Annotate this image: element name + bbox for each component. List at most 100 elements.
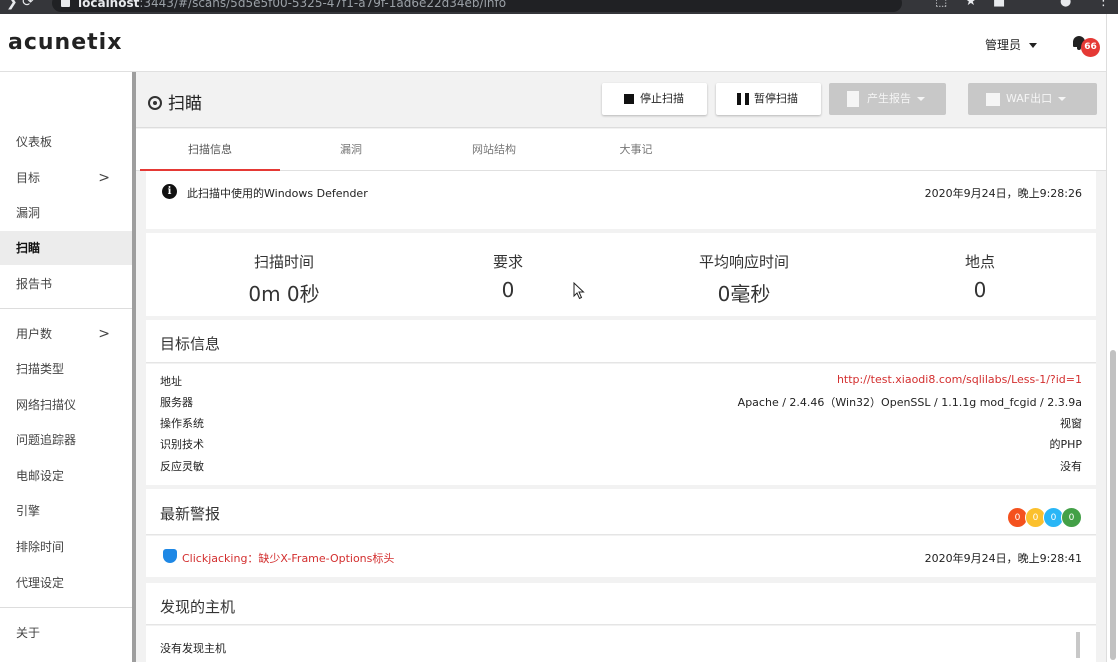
chevron-right-icon: > (98, 170, 110, 186)
extension-icon[interactable]: ⬚ (935, 0, 947, 9)
sidebar-item-network-scanner[interactable]: 网络扫描仪 (0, 388, 132, 422)
mouse-cursor-icon (573, 282, 585, 300)
sidebar-item-scan-types[interactable]: 扫描类型 (0, 352, 132, 386)
page-header: 扫瞄 停止扫描 暂停扫描 产生报告 WAF出口 (136, 72, 1106, 128)
waf-export-button[interactable]: WAF出口 (968, 83, 1097, 115)
target-info-body: 地址 http://test.xiaodi8.com/sqlilabs/Less… (146, 364, 1096, 485)
lock-icon (61, 0, 70, 7)
caret-down-icon (1029, 43, 1038, 48)
notification-badge: 66 (1081, 38, 1100, 57)
alerts-header: 最新警报 0000 (146, 489, 1096, 535)
scrollbar[interactable] (1106, 14, 1118, 662)
sidebar-item-about[interactable]: 关于 (0, 616, 132, 650)
scan-info-content: i 此扫描中使用的Windows Defender 2020年9月24日，晚上9… (146, 171, 1096, 662)
sidebar-item-label: 目标 (16, 171, 41, 185)
sidebar-item-label: 报告书 (16, 277, 53, 291)
latest-alert-link[interactable]: Clickjacking：缺少X-Frame-Options标头 (182, 550, 394, 566)
caret-down-icon (1058, 97, 1067, 101)
sidebar-item-reports[interactable]: 报告书 (0, 267, 132, 301)
sidebar-item-dashboard[interactable]: 仪表板 (0, 125, 132, 159)
pause-scan-label: 暂停扫描 (754, 92, 798, 105)
alerts-title: 最新警报 (160, 505, 221, 523)
stat-scan-time: 扫描时间 0m 0秒 (184, 251, 384, 307)
app-header: acunetix 管理员 66 (0, 14, 1118, 72)
target-os-value: 视窗 (1060, 417, 1082, 430)
extension-icon[interactable]: ■ (993, 0, 1005, 9)
target-key-os: 操作系统 (160, 417, 204, 430)
sidebar-item-users[interactable]: 用户数 > (0, 317, 132, 351)
page-title-text: 扫瞄 (168, 94, 202, 114)
sidebar-item-label: 扫描类型 (16, 362, 65, 376)
stat-label: 扫描时间 (253, 253, 314, 271)
sidebar-item-scans[interactable]: 扫瞄 (0, 231, 132, 265)
stat-label: 平均响应时间 (698, 253, 789, 271)
hosts-body: 没有发现主机 (146, 626, 1096, 662)
hosts-header: 发现的主机 (146, 583, 1096, 625)
tab-bar: 扫描信息 漏洞 网站结构 大事记 (136, 129, 1106, 171)
stop-scan-button[interactable]: 停止扫描 (602, 83, 707, 115)
browser-nav-icons[interactable]: ❯ ⟳ (6, 0, 34, 10)
stat-value: 0 (973, 278, 987, 302)
user-menu[interactable]: 管理员 (985, 36, 1038, 53)
sidebar-item-label: 漏洞 (16, 206, 41, 220)
target-key-tech: 识别技术 (160, 438, 204, 451)
pause-scan-button[interactable]: 暂停扫描 (716, 83, 821, 115)
latest-alert-time: 2020年9月24日，晚上9:28:41 (924, 552, 1082, 565)
more-menu-icon[interactable]: ⋮ (1097, 0, 1110, 9)
tab-events[interactable]: 大事记 (566, 129, 706, 171)
stat-value: 0毫秒 (717, 282, 771, 306)
scrollbar-thumb[interactable] (1110, 350, 1116, 660)
sidebar-item-label: 扫瞄 (16, 241, 41, 255)
generate-report-button[interactable]: 产生报告 (829, 83, 946, 115)
info-row: i 此扫描中使用的Windows Defender 2020年9月24日，晚上9… (146, 171, 1096, 229)
stat-label: 要求 (492, 253, 523, 271)
info-text: 此扫描中使用的Windows Defender (187, 187, 368, 200)
sidebar-item-label: 网络扫描仪 (16, 398, 77, 412)
address-bar[interactable]: localhost:3443/#/scans/5d5e5f00-5325-47f… (52, 0, 902, 12)
pause-icon (737, 93, 749, 105)
radar-icon (148, 96, 162, 110)
tab-vulnerabilities[interactable]: 漏洞 (281, 129, 421, 171)
sidebar-item-excluded-hours[interactable]: 排除时间 (0, 530, 132, 564)
alert-severity-counts: 0000 (1007, 505, 1082, 528)
sidebar-item-engines[interactable]: 引擎 (0, 494, 132, 528)
target-address-link[interactable]: http://test.xiaodi8.com/sqlilabs/Less-1/… (837, 373, 1082, 386)
target-responsive-value: 没有 (1060, 460, 1082, 473)
stat-locations: 地点 0 (880, 251, 1080, 302)
sidebar-item-label: 排除时间 (16, 540, 65, 554)
sidebar-item-issue-trackers[interactable]: 问题追踪器 (0, 423, 132, 457)
sidebar-divider (0, 308, 132, 309)
hosts-empty-text: 没有发现主机 (160, 642, 226, 655)
waf-export-label: WAF出口 (1006, 92, 1053, 105)
tab-scan-info[interactable]: 扫描信息 (140, 129, 280, 171)
chevron-right-icon: > (98, 326, 110, 342)
stat-value: 0m 0秒 (248, 282, 320, 306)
target-info-title: 目标信息 (160, 335, 221, 353)
alerts-body: Clickjacking：缺少X-Frame-Options标头 2020年9月… (146, 536, 1096, 577)
sidebar-item-email-settings[interactable]: 电邮设定 (0, 459, 132, 493)
target-info-header: 目标信息 (146, 320, 1096, 363)
profile-icon[interactable]: ● (1060, 0, 1071, 9)
sidebar-item-vulnerabilities[interactable]: 漏洞 (0, 196, 132, 230)
sidebar-item-label: 问题追踪器 (16, 433, 77, 447)
export-icon (986, 93, 1000, 106)
hosts-title: 发现的主机 (160, 598, 236, 616)
sidebar-item-targets[interactable]: 目标 > (0, 161, 132, 195)
stop-icon (624, 94, 634, 104)
sidebar-item-label: 代理设定 (16, 576, 65, 590)
sidebar-item-proxy-settings[interactable]: 代理设定 (0, 566, 132, 600)
sidebar-item-label: 用户数 (16, 327, 53, 341)
logo: acunetix (8, 30, 123, 55)
hosts-scrollbar[interactable] (1076, 632, 1080, 658)
info-icon: i (162, 184, 177, 199)
info-time: 2020年9月24日，晚上9:28:26 (924, 187, 1082, 200)
tab-site-structure[interactable]: 网站结构 (424, 129, 564, 171)
star-icon[interactable]: ★ (965, 0, 977, 9)
caret-down-icon (917, 97, 925, 101)
stat-label: 地点 (964, 253, 995, 271)
page-title: 扫瞄 (148, 89, 202, 114)
url-path: :3443/#/scans/5d5e5f00-5325-47f1-a79f-1a… (139, 0, 507, 10)
target-key-responsive: 反应灵敏 (160, 460, 204, 473)
stats-card: 扫描时间 0m 0秒 要求 0 平均响应时间 0毫秒 地点 0 (146, 233, 1096, 316)
user-menu-label: 管理员 (985, 38, 1022, 52)
